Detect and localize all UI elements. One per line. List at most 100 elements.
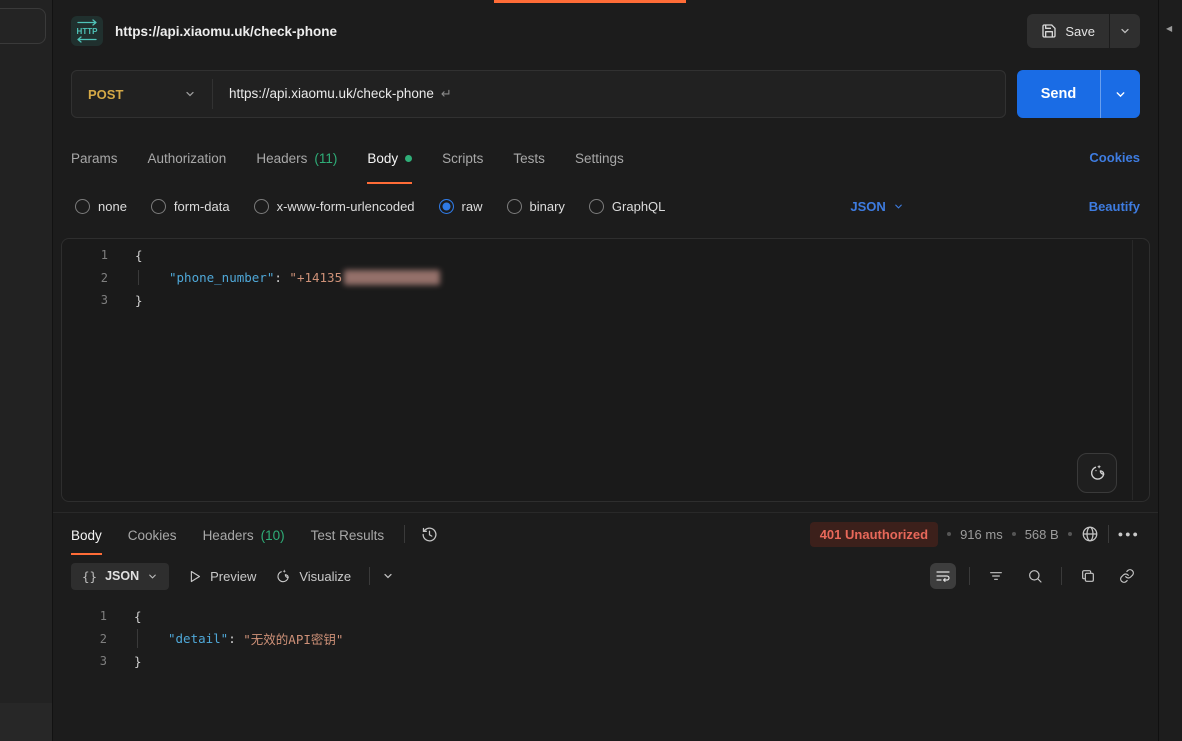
divider [1061,567,1062,585]
method-selector[interactable]: POST [72,87,212,102]
radio-circle [254,199,269,214]
request-body-editor[interactable]: 1 { 2 "phone_number": "+14135 3 } [61,238,1150,502]
url-input[interactable]: https://api.xiaomu.uk/check-phone ↵ [213,86,452,102]
divider [369,567,370,585]
left-sidebar-sliver [0,0,53,741]
meta-dot [947,532,951,536]
radio-circle-selected [439,199,454,214]
search-icon[interactable] [1022,563,1048,589]
body-type-bar: none form-data x-www-form-urlencoded raw… [53,184,1158,228]
request-url-row: POST https://api.xiaomu.uk/check-phone↵ … [53,62,1158,130]
url-value: https://api.xiaomu.uk/check-phone [229,86,434,101]
enter-key-glyph: ↵ [441,86,452,101]
redacted-phone-blur [344,270,440,285]
chevron-down-icon [893,201,904,212]
response-toolbar: {} JSON Preview Visualize [53,555,1158,597]
response-body-editor[interactable]: 1 { 2 "detail": "无效的API密钥" 3 } [61,597,1158,741]
braces-icon: {} [82,569,97,584]
visualize-button[interactable]: Visualize [274,568,351,585]
more-options-icon[interactable]: ●●● [1118,529,1140,539]
chevron-down-icon [1114,88,1127,101]
tab-params[interactable]: Params [71,130,118,184]
save-split-button: Save [1027,14,1140,48]
response-headers-count: (10) [261,528,285,543]
line-number: 2 [62,271,108,285]
radio-form-data[interactable]: form-data [151,199,230,214]
radio-binary[interactable]: binary [507,199,565,214]
word-wrap-button[interactable] [930,563,956,589]
request-tabs: Params Authorization Headers (11) Body S… [53,130,1158,184]
send-button[interactable]: Send [1017,70,1100,118]
save-options-button[interactable] [1110,14,1140,48]
app-window: HTTP https://api.xiaomu.uk/check-phone S… [0,0,1182,741]
meta-dot [1068,532,1072,536]
divider [404,525,405,543]
radio-circle [151,199,166,214]
line-number: 1 [62,248,108,262]
main-panel: HTTP https://api.xiaomu.uk/check-phone S… [53,0,1158,741]
radio-none[interactable]: none [75,199,127,214]
response-tabs-row: Body Cookies Headers (10) Test Results [53,513,1158,555]
save-icon [1041,23,1057,39]
tab-headers[interactable]: Headers (11) [256,130,337,184]
indent-guide [137,629,168,648]
line-number: 1 [61,609,107,623]
divider [969,567,970,585]
beautify-link[interactable]: Beautify [1089,199,1140,214]
radio-x-www-form-urlencoded[interactable]: x-www-form-urlencoded [254,199,415,214]
collapse-panel-icon[interactable]: ◀ [1166,24,1172,33]
http-method-icon: HTTP [71,16,103,46]
word-wrap-icon [935,568,951,584]
code-line: 3 } [62,289,1149,312]
sidebar-collapsed-item[interactable] [0,8,46,44]
save-button[interactable]: Save [1027,14,1109,48]
radio-raw[interactable]: raw [439,199,483,214]
raw-language-selector[interactable]: JSON [850,199,903,214]
tab-body[interactable]: Body [367,130,412,184]
response-meta: 401 Unauthorized 916 ms 568 B ●●● [810,513,1140,555]
preview-button[interactable]: Preview [187,569,256,584]
sparkle-circle-icon [1087,463,1107,483]
response-size[interactable]: 568 B [1025,527,1059,542]
headers-count: (11) [314,151,337,166]
tab-authorization[interactable]: Authorization [148,130,227,184]
tab-settings[interactable]: Settings [575,130,624,184]
method-label: POST [88,87,123,102]
indent-guide [138,270,169,285]
link-icon[interactable] [1114,563,1140,589]
status-badge[interactable]: 401 Unauthorized [810,522,938,547]
response-tab-headers[interactable]: Headers (10) [203,513,285,555]
copy-icon[interactable] [1075,563,1101,589]
editor-scrollbar-gutter[interactable] [1132,240,1133,500]
response-time[interactable]: 916 ms [960,527,1003,542]
play-icon [187,569,202,584]
chevron-down-icon [382,570,394,582]
tab-tests[interactable]: Tests [513,130,545,184]
view-options-chevron[interactable] [382,570,394,582]
filter-icon[interactable] [983,563,1009,589]
line-number: 3 [61,654,107,668]
cookies-link[interactable]: Cookies [1089,150,1140,165]
response-tab-cookies[interactable]: Cookies [128,513,177,555]
response-tab-test-results[interactable]: Test Results [311,513,385,555]
response-format-selector[interactable]: {} JSON [71,563,169,590]
chevron-down-icon [1119,25,1131,37]
code-line: 1 { [62,244,1149,267]
radio-graphql[interactable]: GraphQL [589,199,665,214]
radio-circle [75,199,90,214]
body-modified-dot [405,155,412,162]
send-options-button[interactable] [1100,70,1140,118]
tab-scripts[interactable]: Scripts [442,130,483,184]
network-globe-icon[interactable] [1081,525,1099,543]
request-title: https://api.xiaomu.uk/check-phone [115,24,337,39]
json-value: "无效的API密钥" [243,629,343,648]
sparkle-circle-icon [274,568,291,585]
chevron-down-icon [184,88,196,100]
method-url-box: POST https://api.xiaomu.uk/check-phone ↵ [71,70,1006,118]
response-history-icon[interactable] [421,526,438,543]
request-title-bar: HTTP https://api.xiaomu.uk/check-phone S… [53,0,1158,62]
json-key: "phone_number" [169,270,274,285]
response-tab-body[interactable]: Body [71,513,102,555]
ai-visualize-fab[interactable] [1077,453,1117,493]
response-section: Body Cookies Headers (10) Test Results [53,512,1158,741]
